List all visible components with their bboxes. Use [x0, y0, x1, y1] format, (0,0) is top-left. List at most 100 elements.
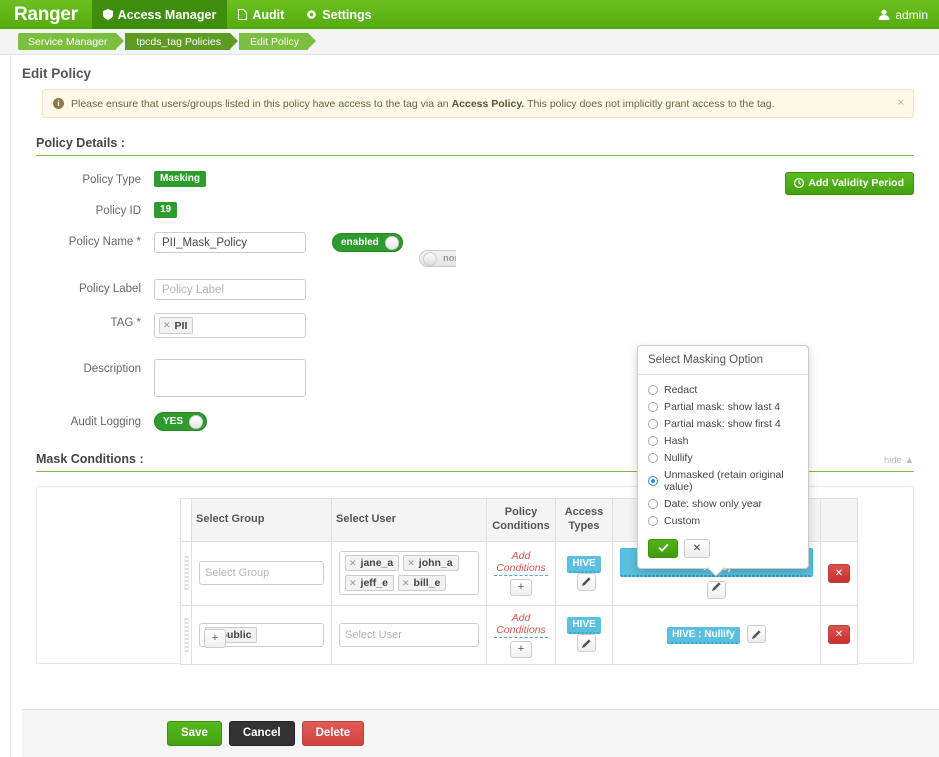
- masking-option-partial-last-4[interactable]: Partial mask: show last 4: [648, 398, 798, 415]
- drag-handle-cell[interactable]: [180, 604, 192, 665]
- nav-item-access-manager[interactable]: Access Manager: [91, 0, 228, 29]
- add-condition-button[interactable]: +: [510, 579, 532, 596]
- info-alert: i Please ensure that users/groups listed…: [42, 89, 914, 118]
- breadcrumb-item-service-manager[interactable]: Service Manager: [18, 33, 125, 50]
- radio-icon[interactable]: [648, 515, 658, 526]
- column-header-policy-conditions: Policy Conditions: [486, 498, 556, 542]
- add-condition-button[interactable]: +: [510, 640, 532, 658]
- masking-option-custom[interactable]: Custom: [648, 512, 798, 529]
- remove-icon[interactable]: ✕: [402, 578, 410, 589]
- shield-icon: [102, 9, 113, 20]
- row-1-group-cell: Select Group: [191, 540, 332, 606]
- add-conditions-link[interactable]: Add Conditions: [494, 612, 548, 638]
- policy-label-input[interactable]: [154, 279, 306, 300]
- user-pill-jane-a[interactable]: ✕ jane_a: [345, 555, 400, 571]
- audit-logging-label: Audit Logging: [70, 416, 141, 428]
- check-icon: [657, 543, 669, 555]
- radio-icon[interactable]: [648, 418, 658, 429]
- breadcrumb-item-tpcds-tag-policies[interactable]: tpcds_tag Policies: [125, 33, 238, 50]
- remove-icon[interactable]: ✕: [349, 578, 357, 589]
- radio-icon[interactable]: [648, 498, 658, 509]
- radio-icon[interactable]: [648, 452, 658, 463]
- policy-normal-override-toggle[interactable]: nor: [419, 250, 456, 267]
- confirm-masking-button[interactable]: [648, 539, 678, 558]
- masking-option-hash[interactable]: Hash: [648, 432, 798, 449]
- delete-button[interactable]: Delete: [301, 721, 365, 746]
- nav-item-settings[interactable]: Settings: [295, 0, 382, 29]
- remove-icon[interactable]: ✕: [407, 558, 415, 569]
- breadcrumb-item-edit-policy[interactable]: Edit Policy: [239, 33, 317, 50]
- field-row-policy-id: Policy ID 19: [36, 201, 914, 218]
- policy-enabled-toggle[interactable]: enabled: [332, 233, 403, 252]
- row-2-conditions-cell: Add Conditions +: [486, 604, 556, 665]
- cancel-masking-button[interactable]: ✕: [684, 539, 710, 558]
- masking-option-redact-label: Redact: [664, 383, 698, 396]
- masking-option-nullify[interactable]: Nullify: [648, 449, 798, 466]
- pencil-icon[interactable]: [576, 572, 596, 591]
- policy-id-label: Policy ID: [95, 205, 141, 217]
- table-row: ✕ public Select User Add Conditions +: [180, 604, 858, 665]
- masking-option-redact[interactable]: Redact: [648, 381, 798, 398]
- cancel-button[interactable]: Cancel: [228, 721, 295, 746]
- pencil-icon[interactable]: [746, 625, 766, 644]
- access-type-badge-hive: HIVE: [567, 617, 601, 634]
- policy-type-label: Policy Type: [82, 174, 141, 186]
- row-1-conditions-cell: Add Conditions +: [486, 540, 556, 606]
- tag-pill-pii[interactable]: ✕ PII: [159, 317, 194, 334]
- pencil-icon[interactable]: [707, 580, 726, 599]
- drag-handle-icon[interactable]: [183, 617, 189, 652]
- remove-icon[interactable]: ✕: [163, 320, 171, 331]
- page-title: Edit Policy: [22, 66, 92, 81]
- user-pill-label: john_a: [418, 557, 453, 569]
- select-user-placeholder: Select User: [345, 628, 402, 641]
- user-pill-john-a[interactable]: ✕ john_a: [403, 555, 459, 571]
- add-conditions-link[interactable]: Add Conditions: [494, 550, 548, 576]
- popup-action-buttons: ✕: [638, 535, 808, 568]
- radio-icon-selected[interactable]: [648, 475, 658, 486]
- row-1-access-cell: HIVE: [555, 540, 613, 606]
- drag-handle-icon[interactable]: [183, 556, 189, 590]
- pencil-icon[interactable]: [576, 634, 596, 652]
- user-pill-jeff-e[interactable]: ✕ jeff_e: [345, 575, 394, 591]
- user-pill-bill-e[interactable]: ✕ bill_e: [397, 575, 447, 591]
- remove-icon[interactable]: ✕: [828, 625, 850, 644]
- user-menu[interactable]: admin: [878, 0, 939, 29]
- alert-text: Please ensure that users/groups listed i…: [71, 98, 775, 110]
- remove-icon[interactable]: ✕: [349, 558, 357, 569]
- description-textarea[interactable]: [154, 359, 306, 397]
- popup-title: Select Masking Option: [638, 346, 808, 375]
- masking-option-partial-first-4[interactable]: Partial mask: show first 4: [648, 415, 798, 432]
- column-header-select-group: Select Group: [191, 498, 332, 542]
- policy-normal-override-toggle-label: nor: [443, 253, 456, 264]
- select-group-input[interactable]: Select Group: [199, 561, 324, 585]
- select-group-placeholder: Select Group: [205, 567, 270, 579]
- masking-option-date-year-label: Date: show only year: [664, 497, 763, 510]
- select-user-input[interactable]: ✕ jane_a ✕ john_a ✕ jeff_e ✕ bill_e: [339, 551, 479, 595]
- radio-icon[interactable]: [648, 435, 658, 446]
- hide-toggle-link[interactable]: hide ▲: [884, 455, 914, 466]
- masking-option-hash-label: Hash: [664, 434, 689, 447]
- app-logo[interactable]: Ranger: [0, 0, 92, 29]
- tag-input[interactable]: ✕ PII: [154, 313, 306, 338]
- audit-logging-toggle[interactable]: YES: [154, 412, 208, 431]
- toggle-knob: [384, 235, 399, 250]
- policy-name-label: Policy Name *: [68, 236, 141, 248]
- user-pill-label: bill_e: [413, 577, 441, 589]
- masking-option-partial-first-4-label: Partial mask: show first 4: [664, 417, 781, 430]
- masking-option-date-year[interactable]: Date: show only year: [648, 495, 798, 512]
- masking-option-unmasked[interactable]: Unmasked (retain original value): [648, 466, 798, 495]
- save-button[interactable]: Save: [167, 721, 222, 746]
- drag-handle-cell[interactable]: [180, 540, 192, 606]
- field-row-tag: TAG * ✕ PII: [36, 313, 914, 338]
- nav-item-audit[interactable]: Audit: [227, 0, 295, 29]
- radio-icon[interactable]: [648, 401, 658, 412]
- radio-icon[interactable]: [648, 384, 658, 395]
- remove-icon[interactable]: ✕: [828, 563, 850, 583]
- add-mask-condition-row-button[interactable]: +: [204, 629, 226, 648]
- select-user-input[interactable]: Select User: [339, 622, 479, 647]
- close-icon[interactable]: ×: [898, 97, 904, 109]
- policy-name-input[interactable]: [154, 232, 306, 253]
- field-row-policy-label: Policy Label: [36, 279, 914, 300]
- nav-item-settings-label: Settings: [322, 7, 372, 22]
- policy-label-label: Policy Label: [78, 283, 141, 295]
